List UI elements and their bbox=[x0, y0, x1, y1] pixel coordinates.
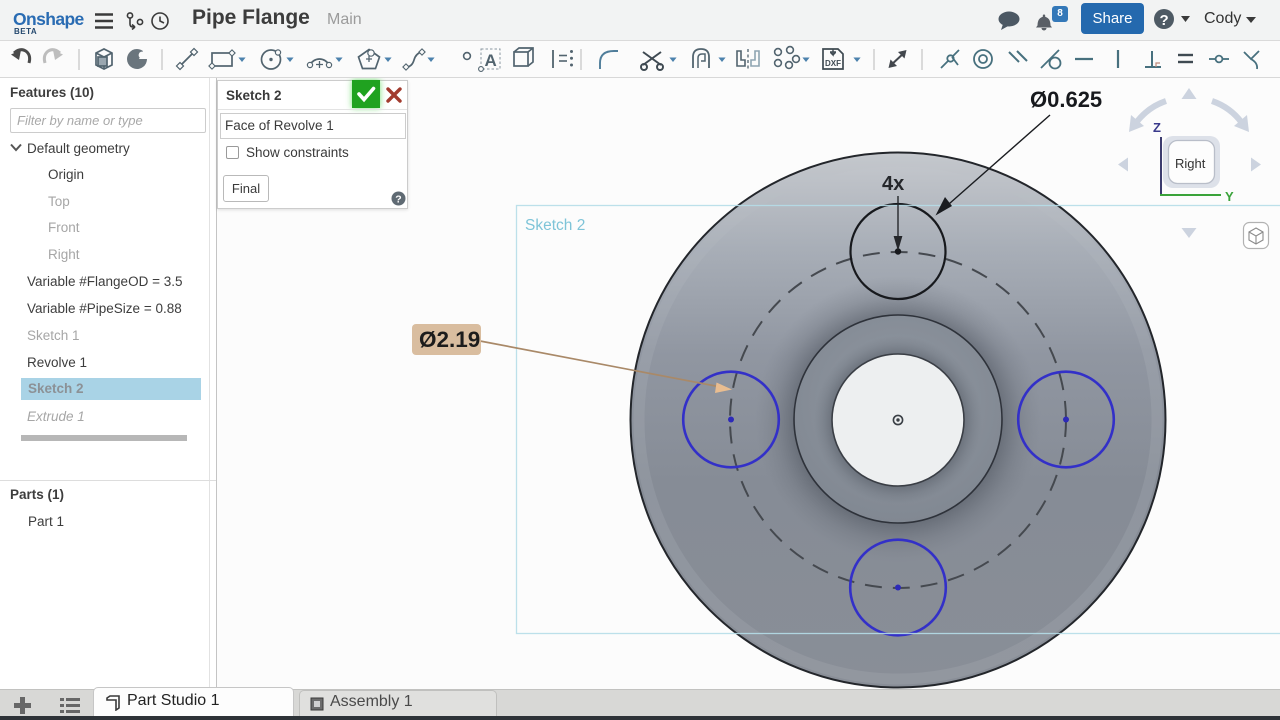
svg-text:Ø0.625: Ø0.625 bbox=[1030, 87, 1102, 112]
svg-text:Right: Right bbox=[1175, 156, 1206, 171]
svg-text:A: A bbox=[485, 51, 497, 70]
svg-text:DXF: DXF bbox=[825, 59, 841, 68]
svg-text:?: ? bbox=[395, 193, 401, 205]
svg-text:Y: Y bbox=[1225, 189, 1234, 204]
svg-text:?: ? bbox=[1160, 12, 1169, 29]
svg-text:Sketch 2: Sketch 2 bbox=[525, 217, 585, 234]
svg-text:4x: 4x bbox=[882, 173, 904, 195]
svg-text:Z: Z bbox=[1153, 120, 1161, 135]
svg-text:Ø2.19: Ø2.19 bbox=[419, 327, 480, 352]
